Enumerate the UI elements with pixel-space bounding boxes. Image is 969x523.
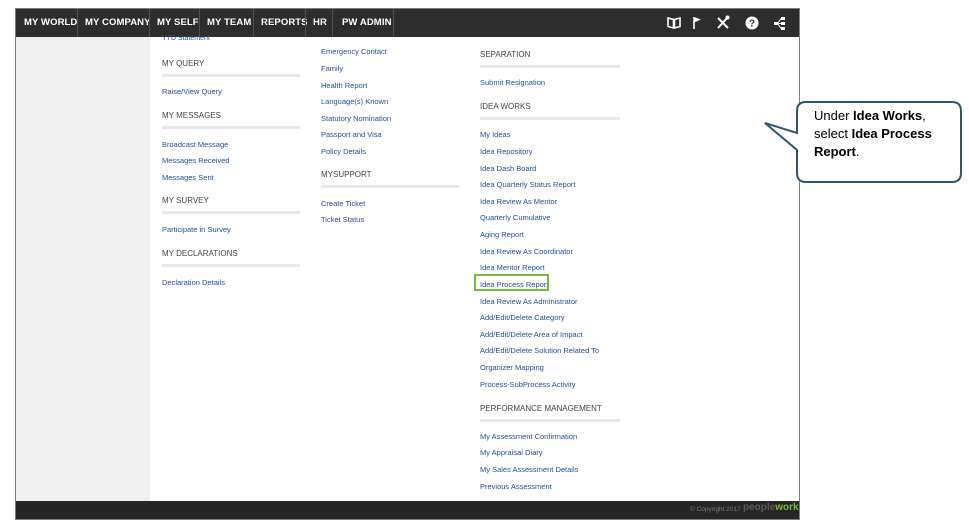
menu-link-family[interactable]: Family bbox=[321, 64, 343, 73]
menu-link-idea-quarterly-status-report[interactable]: Idea Quarterly Status Report bbox=[480, 180, 575, 189]
menu-link-emergency-contact[interactable]: Emergency Contact bbox=[321, 47, 387, 56]
menu-link-create-ticket[interactable]: Create Ticket bbox=[321, 199, 365, 208]
menu-link-my-ideas[interactable]: My Ideas bbox=[480, 130, 510, 139]
share-icon[interactable] bbox=[770, 13, 790, 33]
section-header-my-query: MY QUERY bbox=[162, 59, 205, 68]
menu-link-submit-resignation[interactable]: Submit Resignation bbox=[480, 78, 545, 87]
menu-link-process-subprocess-activity[interactable]: Process-SubProcess Activity bbox=[480, 380, 575, 389]
nav-my-self[interactable]: MY SELF bbox=[157, 9, 199, 37]
menu-link-idea-repository[interactable]: Idea Repository bbox=[480, 147, 533, 156]
footer-bar: © Copyright 2017 peopleworks bbox=[16, 501, 799, 519]
menu-link-add-edit-delete-area-of-impact[interactable]: Add/Edit/Delete Area of Impact bbox=[480, 330, 583, 339]
section-divider bbox=[162, 126, 300, 129]
top-nav-bar: MY WORLD MY COMPANY MY SELF MY TEAM REPO… bbox=[16, 9, 799, 37]
section-divider bbox=[162, 74, 300, 77]
menu-link-idea-dash-board[interactable]: Idea Dash Board bbox=[480, 164, 536, 173]
nav-my-team[interactable]: MY TEAM bbox=[207, 9, 251, 37]
section-header-performance-management: PERFORMANCE MANAGEMENT bbox=[480, 404, 602, 413]
section-divider bbox=[162, 211, 300, 214]
section-header-idea-works: IDEA WORKS bbox=[480, 102, 531, 111]
menu-link-my-sales-assessment-details[interactable]: My Sales Assessment Details bbox=[480, 465, 578, 474]
section-divider bbox=[480, 117, 620, 120]
section-divider bbox=[480, 419, 620, 422]
menu-link-organizer-mapping[interactable]: Organizer Mapping bbox=[480, 363, 544, 372]
nav-separator bbox=[253, 9, 254, 37]
copyright-text: © Copyright 2017 bbox=[690, 506, 741, 513]
svg-text:?: ? bbox=[749, 19, 755, 30]
section-divider bbox=[321, 185, 459, 188]
menu-link-declaration-details[interactable]: Declaration Details bbox=[162, 278, 225, 287]
menu-link-ticket-status[interactable]: Ticket Status bbox=[321, 215, 364, 224]
menu-link-languages-known[interactable]: Language(s) Known bbox=[321, 97, 388, 106]
menu-dropdown-panel: YTD Statement MY QUERY Raise/View Query … bbox=[150, 35, 799, 501]
section-header-my-messages: MY MESSAGES bbox=[162, 111, 221, 120]
menu-link-my-assessment-confirmation[interactable]: My Assessment Confirmation bbox=[480, 432, 577, 441]
menu-link-idea-mentor-report[interactable]: Idea Mentor Report bbox=[480, 263, 545, 272]
section-divider bbox=[480, 65, 620, 68]
menu-link-aging-report[interactable]: Aging Report bbox=[480, 230, 524, 239]
menu-link-statutory-nomination[interactable]: Statutory Nomination bbox=[321, 114, 391, 123]
menu-link-add-edit-delete-solution-related-to[interactable]: Add/Edit/Delete Solution Related To bbox=[480, 346, 599, 355]
menu-link-idea-review-as-administrator[interactable]: Idea Review As Administrator bbox=[480, 297, 578, 306]
menu-link-broadcast-message[interactable]: Broadcast Message bbox=[162, 140, 228, 149]
menu-link-health-report[interactable]: Health Report bbox=[321, 81, 367, 90]
menu-link-previous-assessment[interactable]: Previous Assessment bbox=[480, 482, 552, 491]
menu-link-messages-sent[interactable]: Messages Sent bbox=[162, 173, 214, 182]
menu-link-ytd-statement[interactable]: YTD Statement bbox=[162, 35, 210, 42]
nav-hr[interactable]: HR bbox=[313, 9, 327, 37]
menu-link-my-appraisal-diary[interactable]: My Appraisal Diary bbox=[480, 448, 543, 457]
peopleworks-logo: peopleworks bbox=[743, 502, 799, 513]
left-sidebar bbox=[16, 37, 150, 501]
nav-my-world[interactable]: MY WORLD bbox=[24, 9, 77, 37]
nav-separator bbox=[77, 9, 78, 37]
book-icon[interactable] bbox=[664, 13, 684, 33]
section-header-my-declarations: MY DECLARATIONS bbox=[162, 249, 238, 258]
menu-link-raise-view-query[interactable]: Raise/View Query bbox=[162, 87, 222, 96]
menu-link-policy-details[interactable]: Policy Details bbox=[321, 147, 366, 156]
menu-link-idea-review-as-mentor[interactable]: Idea Review As Mentor bbox=[480, 197, 557, 206]
nav-separator bbox=[332, 9, 333, 37]
section-header-separation: SEPARATION bbox=[480, 50, 531, 59]
menu-link-quarterly-cumulative[interactable]: Quarterly Cumulative bbox=[480, 213, 550, 222]
help-icon[interactable]: ? bbox=[742, 13, 762, 33]
tools-icon[interactable] bbox=[713, 13, 733, 33]
nav-pw-admin[interactable]: PW ADMIN bbox=[342, 9, 392, 37]
section-header-mysupport: MYSUPPORT bbox=[321, 170, 372, 179]
menu-link-add-edit-delete-category[interactable]: Add/Edit/Delete Category bbox=[480, 313, 565, 322]
nav-separator bbox=[393, 9, 394, 37]
app-window: MY WORLD MY COMPANY MY SELF MY TEAM REPO… bbox=[15, 8, 800, 520]
highlight-box bbox=[474, 274, 549, 291]
nav-separator bbox=[149, 9, 150, 37]
flag-icon[interactable] bbox=[687, 13, 707, 33]
menu-link-messages-received[interactable]: Messages Received bbox=[162, 156, 230, 165]
section-divider bbox=[162, 264, 300, 267]
nav-separator bbox=[199, 9, 200, 37]
nav-my-company[interactable]: MY COMPANY bbox=[85, 9, 151, 37]
nav-separator bbox=[305, 9, 306, 37]
callout-text: Under Idea Works, select Idea Process Re… bbox=[814, 108, 932, 159]
menu-link-idea-review-as-coordinator[interactable]: Idea Review As Coordinator bbox=[480, 247, 573, 256]
nav-reports[interactable]: REPORTS bbox=[261, 9, 308, 37]
section-header-my-survey: MY SURVEY bbox=[162, 196, 209, 205]
menu-link-participate-in-survey[interactable]: Participate in Survey bbox=[162, 225, 231, 234]
menu-link-passport-and-visa[interactable]: Passport and Visa bbox=[321, 130, 382, 139]
